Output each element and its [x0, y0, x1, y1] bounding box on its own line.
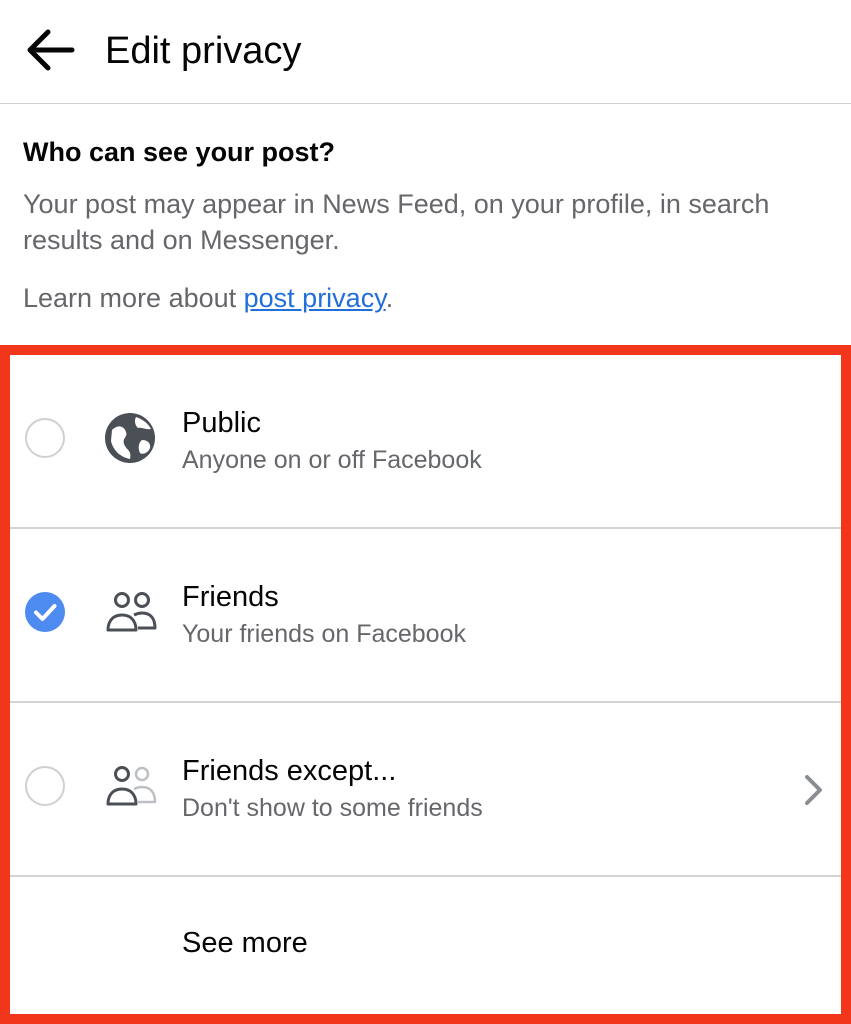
checkmark-icon	[34, 604, 57, 621]
privacy-description: Your post may appear in News Feed, on yo…	[23, 189, 770, 255]
arrow-left-icon	[27, 29, 75, 71]
friends-icon	[106, 592, 157, 632]
globe-icon	[105, 413, 155, 463]
audience-options: Public Anyone on or off Facebook Friends…	[0, 345, 851, 1024]
learn-more-suffix: .	[385, 283, 394, 313]
learn-more-prefix: Learn more about	[23, 283, 244, 313]
option-friends[interactable]: Friends Your friends on Facebook	[10, 529, 841, 703]
option-title: Friends	[182, 581, 279, 613]
option-friends-except[interactable]: Friends except... Don't show to some fri…	[10, 703, 841, 877]
privacy-intro: Who can see your post? Your post may app…	[23, 134, 823, 316]
section-heading: Who can see your post?	[23, 137, 336, 167]
option-title: Friends except...	[182, 755, 397, 787]
radio-friends-checked[interactable]	[25, 592, 65, 632]
back-button[interactable]	[22, 24, 78, 76]
learn-more-text: Learn more about post privacy.	[23, 280, 823, 316]
option-title: Public	[182, 407, 261, 439]
radio-friends-except[interactable]	[25, 766, 65, 806]
app-header: Edit privacy	[0, 0, 851, 104]
page-title: Edit privacy	[105, 30, 302, 72]
option-subtitle: Don't show to some friends	[182, 794, 483, 822]
radio-public[interactable]	[25, 418, 65, 458]
see-more-button[interactable]: See more	[182, 925, 308, 961]
friends-except-icon	[106, 766, 157, 806]
option-subtitle: Your friends on Facebook	[182, 620, 466, 648]
post-privacy-link[interactable]: post privacy	[244, 283, 386, 313]
chevron-right-icon[interactable]	[800, 770, 828, 810]
option-subtitle: Anyone on or off Facebook	[182, 446, 482, 474]
option-public[interactable]: Public Anyone on or off Facebook	[10, 355, 841, 529]
